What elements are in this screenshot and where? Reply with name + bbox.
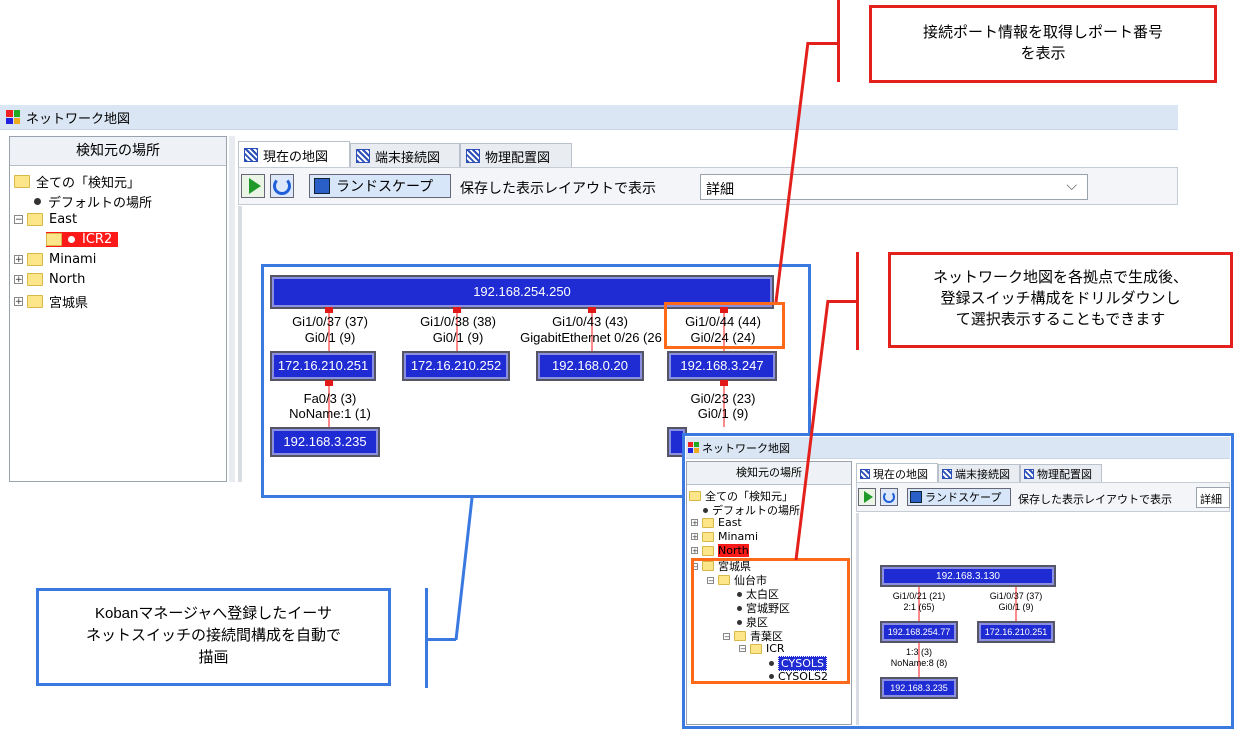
callout-connector [454,497,474,641]
